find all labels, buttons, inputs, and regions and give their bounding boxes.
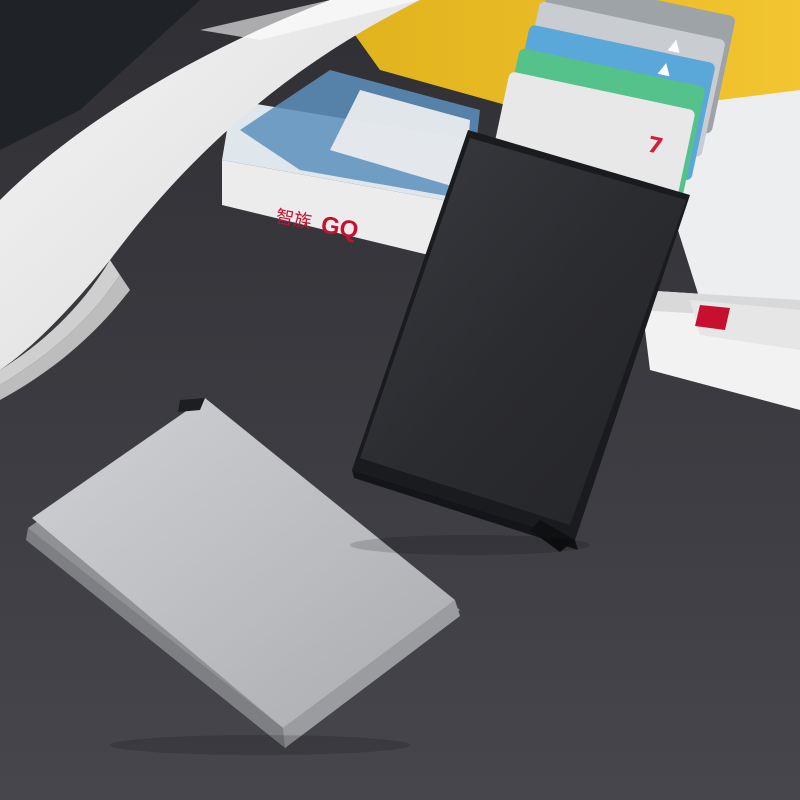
photo-canvas: 智族 GQ ▲ ▲ 7 — [0, 0, 800, 800]
product-photo: 智族 GQ ▲ ▲ 7 — [0, 0, 800, 800]
shadow-black-holder — [350, 535, 590, 555]
shadow-silver-holder — [110, 735, 410, 755]
